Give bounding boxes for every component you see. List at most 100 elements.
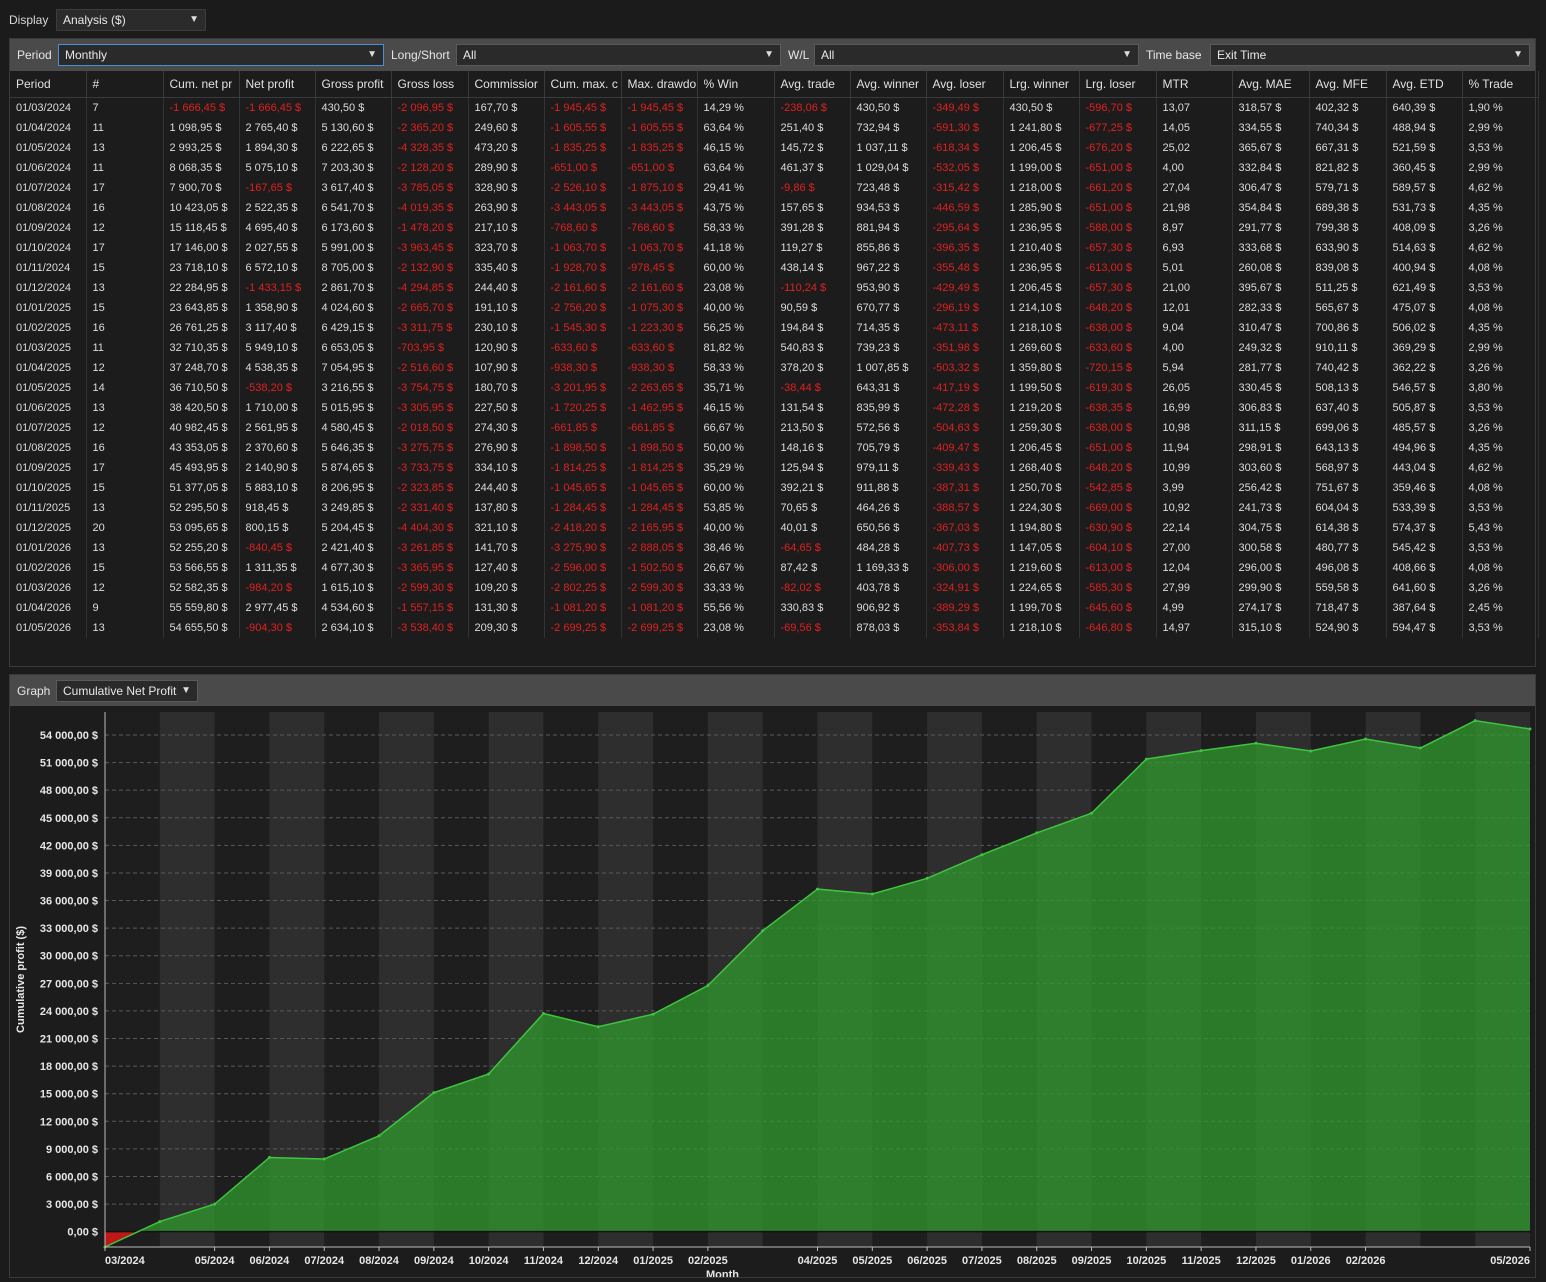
time-base-label: Time base	[1146, 48, 1202, 62]
table-cell: 4,00	[1156, 338, 1233, 358]
table-cell: 1 224,65 $	[1003, 578, 1080, 598]
table-cell: -3 443,05 $	[544, 198, 622, 218]
table-cell: 38,46 %	[697, 538, 775, 558]
table-row[interactable]: 01/08/2025 16 43 353,05 $2 370,60 $5 646,3…	[10, 438, 1539, 458]
table-cell: 494,96 $	[1386, 438, 1463, 458]
table-cell: 36 710,50 $	[163, 378, 240, 398]
column-header[interactable]: Commissior	[468, 71, 545, 98]
data-point	[213, 1202, 217, 1206]
x-tick-label: 02/2026	[1346, 1255, 1386, 1267]
table-cell: 35,71 %	[697, 378, 775, 398]
table-row[interactable]: 01/07/2024 17 7 900,70 $ -167,65 $3 617,40 …	[10, 178, 1539, 198]
table-cell: -306,00 $	[926, 558, 1004, 578]
table-row[interactable]: 01/04/2024 11 1 098,95 $2 765,40 $5 130,60…	[10, 118, 1539, 138]
column-header[interactable]: % Trade	[1462, 71, 1539, 98]
table-cell: -1 720,25 $	[544, 398, 622, 418]
data-point	[596, 1025, 600, 1029]
table-cell: -618,34 $	[926, 138, 1004, 158]
table-row[interactable]: 01/06/2025 13 38 420,50 $1 710,00 $5 015,9…	[10, 398, 1539, 418]
column-header[interactable]: Cum. max. c	[544, 71, 622, 98]
table-row[interactable]: 01/11/2024 15 23 718,10 $6 572,10 $8 705,0…	[10, 258, 1539, 278]
table-cell: 10,99	[1156, 458, 1233, 478]
table-cell: 800,15 $	[239, 518, 316, 538]
display-select[interactable]: Analysis ($) ▼	[56, 9, 206, 31]
table-cell: 5 883,10 $	[239, 478, 316, 498]
table-cell: 6 222,65 $	[315, 138, 392, 158]
table-row[interactable]: 01/05/2025 14 36 710,50 $ -538,20 $3 216,55…	[10, 378, 1539, 398]
column-header[interactable]: % Win	[697, 71, 775, 98]
period-select[interactable]: Monthly ▼	[58, 44, 384, 66]
table-cell: 51 377,05 $	[163, 478, 240, 498]
column-header[interactable]: Net profit	[239, 71, 316, 98]
table-row[interactable]: 01/01/2025 15 23 643,85 $1 358,90 $4 024,6…	[10, 298, 1539, 318]
table-row[interactable]: 01/09/2025 17 45 493,95 $2 140,90 $5 874,6…	[10, 458, 1539, 478]
table-cell: -630,90 $	[1079, 518, 1157, 538]
column-header[interactable]: Lrg. winner	[1003, 71, 1080, 98]
table-cell: 910,11 $	[1309, 338, 1387, 358]
column-header[interactable]: Cum. net pr	[163, 71, 240, 98]
table-row[interactable]: 01/03/2024 7 -1 666,45 $ -1 666,45 $430,50 …	[10, 97, 1539, 118]
x-tick-label: 11/2025	[1182, 1255, 1221, 1267]
table-cell: -768,60 $	[544, 218, 622, 238]
column-header[interactable]: Gross profit	[315, 71, 392, 98]
table-row[interactable]: 01/03/2026 12 52 582,35 $ -984,20 $1 615,10…	[10, 578, 1539, 598]
table-row[interactable]: 01/06/2024 11 8 068,35 $5 075,10 $7 203,30…	[10, 158, 1539, 178]
table-cell: -633,60 $	[621, 338, 698, 358]
y-tick-label: 21 000,00 $	[40, 1034, 98, 1046]
table-row[interactable]: 01/03/2025 11 32 710,35 $5 949,10 $6 653,0…	[10, 338, 1539, 358]
wl-select[interactable]: All ▼	[814, 44, 1139, 66]
table-row[interactable]: 01/11/2025 13 52 295,50 $918,45 $3 249,85 …	[10, 498, 1539, 518]
table-cell: -389,29 $	[926, 598, 1004, 618]
table-cell: 5 646,35 $	[315, 438, 392, 458]
column-header[interactable]: Avg. ETD	[1386, 71, 1463, 98]
table-row[interactable]: 01/08/2024 16 10 423,05 $2 522,35 $6 541,7…	[10, 198, 1539, 218]
table-row[interactable]: 01/07/2025 12 40 982,45 $2 561,95 $4 580,4…	[10, 418, 1539, 438]
column-header[interactable]: #	[86, 71, 164, 98]
table-row[interactable]: 01/04/2026 9 55 559,80 $2 977,45 $4 534,60…	[10, 598, 1539, 618]
table-cell: 45 493,95 $	[163, 458, 240, 478]
graph-type-select[interactable]: Cumulative Net Profit ▼	[56, 680, 198, 702]
table-cell: 298,91 $	[1232, 438, 1310, 458]
long-short-select[interactable]: All ▼	[456, 44, 781, 66]
table-cell: -339,43 $	[926, 458, 1004, 478]
chevron-down-icon: ▼	[764, 49, 774, 60]
table-row[interactable]: 01/12/2025 20 53 095,65 $800,15 $5 204,45 …	[10, 518, 1539, 538]
table-cell: 131,30 $	[468, 598, 545, 618]
table-cell: 718,47 $	[1309, 598, 1387, 618]
table-row[interactable]: 01/05/2024 13 2 993,25 $1 894,30 $6 222,65…	[10, 138, 1539, 158]
column-header[interactable]: Avg. loser	[926, 71, 1004, 98]
table-cell: 306,47 $	[1232, 178, 1310, 198]
table-cell: 3,53 %	[1462, 618, 1539, 638]
table-row[interactable]: 01/01/2026 13 52 255,20 $ -840,45 $2 421,40…	[10, 538, 1539, 558]
table-row[interactable]: 01/02/2025 16 26 761,25 $3 117,40 $6 429,1…	[10, 318, 1539, 338]
table-cell: 332,84 $	[1232, 158, 1310, 178]
table-row[interactable]: 01/10/2025 15 51 377,05 $5 883,10 $8 206,9…	[10, 478, 1539, 498]
table-row[interactable]: 01/12/2024 13 22 284,95 $ -1 433,15 $2 861,…	[10, 278, 1539, 298]
column-header[interactable]: Lrg. loser	[1079, 71, 1157, 98]
table-row[interactable]: 01/05/2026 13 54 655,50 $ -904,30 $2 634,10…	[10, 618, 1539, 638]
table-cell: 574,37 $	[1386, 518, 1463, 538]
column-header[interactable]: Avg. MAE	[1232, 71, 1310, 98]
table-cell: -2 018,50 $	[391, 418, 469, 438]
table-cell: 60,00 %	[697, 258, 775, 278]
table-row[interactable]: 01/04/2025 12 37 248,70 $4 538,35 $7 054,9…	[10, 358, 1539, 378]
column-header[interactable]: Gross loss	[391, 71, 469, 98]
column-header[interactable]: Avg. MFE	[1309, 71, 1387, 98]
table-row[interactable]: 01/10/2024 17 17 146,00 $2 027,55 $5 991,0…	[10, 238, 1539, 258]
table-cell: 321,10 $	[468, 518, 545, 538]
column-header[interactable]: MTR	[1156, 71, 1233, 98]
table-cell: -1 605,55 $	[544, 118, 622, 138]
column-header[interactable]: Avg. winner	[850, 71, 927, 98]
table-row[interactable]: 01/02/2026 15 53 566,55 $1 311,35 $4 677,3…	[10, 558, 1539, 578]
table-cell: 739,23 $	[850, 338, 927, 358]
table-row[interactable]: 01/09/2024 12 15 118,45 $4 695,40 $6 173,6…	[10, 218, 1539, 238]
cumulative-profit-chart: 0,00 $ 3 000,00 $ 6 000,00 $ 9 000,00 $ 12 0…	[15, 712, 1532, 1277]
column-header[interactable]: Period	[10, 71, 87, 98]
column-header[interactable]: Max. drawdo	[621, 71, 698, 98]
time-base-select[interactable]: Exit Time ▼	[1210, 44, 1530, 66]
table-cell: 4,00	[1156, 158, 1233, 178]
table-cell: 35,29 %	[697, 458, 775, 478]
table-cell: 40 982,45 $	[163, 418, 240, 438]
column-header[interactable]: Avg. trade	[774, 71, 851, 98]
table-cell: 10,92	[1156, 498, 1233, 518]
